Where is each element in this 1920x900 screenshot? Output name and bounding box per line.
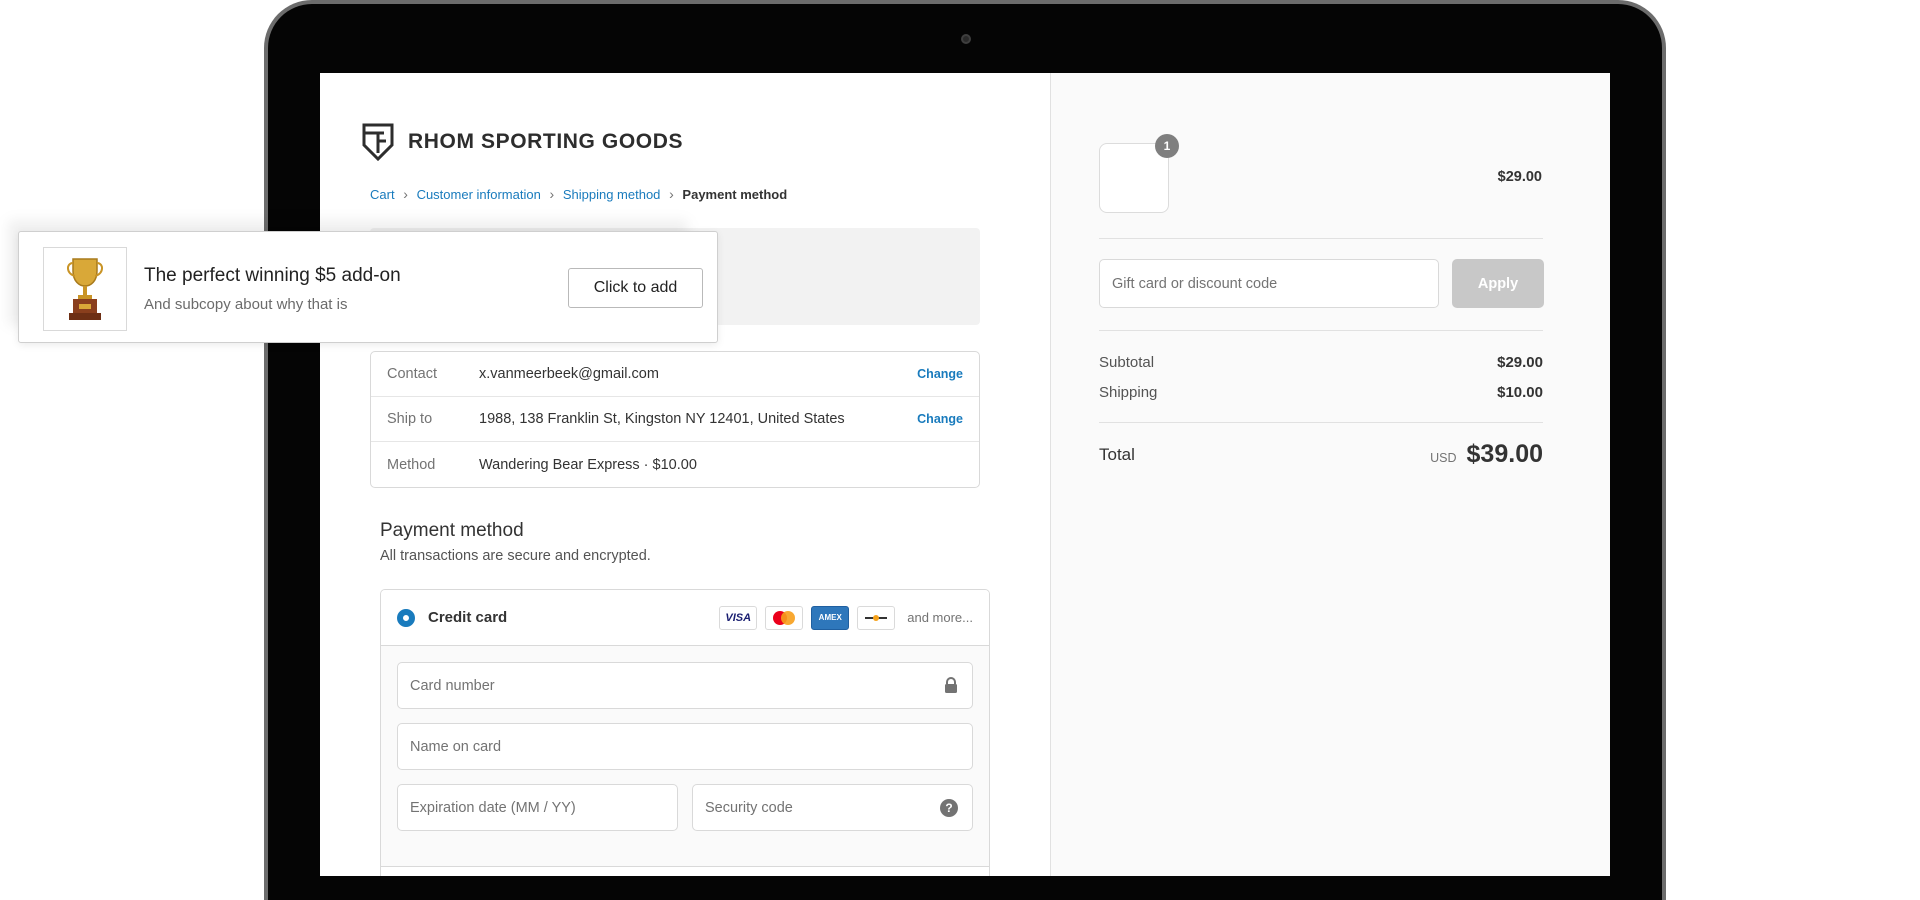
- payment-options: Credit card VISA AMEX and more... Card n…: [380, 589, 990, 876]
- change-contact-link[interactable]: Change: [917, 367, 963, 381]
- method-value: Wandering Bear Express · $10.00: [479, 456, 697, 473]
- breadcrumb-shipping-method[interactable]: Shipping method: [563, 187, 661, 202]
- security-code-placeholder: Security code: [705, 799, 793, 816]
- breadcrumb: Cart › Customer information › Shipping m…: [370, 186, 787, 202]
- review-row-contact: Contact x.vanmeerbeek@gmail.com Change: [371, 352, 979, 397]
- contact-label: Contact: [387, 366, 437, 382]
- order-summary: 1 $29.00 Gift card or discount code Appl…: [1050, 73, 1610, 876]
- card-brands: VISA AMEX and more...: [719, 605, 973, 630]
- chevron-right-icon: ›: [403, 186, 408, 202]
- total-row: Total USD $39.00: [1099, 440, 1543, 469]
- discount-code-input[interactable]: Gift card or discount code: [1099, 259, 1439, 308]
- currency-code: USD: [1430, 451, 1457, 465]
- card-number-placeholder: Card number: [410, 677, 495, 694]
- credit-card-radio[interactable]: [397, 608, 415, 627]
- change-ship-to-link[interactable]: Change: [917, 412, 963, 426]
- breadcrumb-cart[interactable]: Cart: [370, 187, 395, 202]
- total-label: Total: [1099, 444, 1135, 464]
- subtotal-row: Subtotal $29.00: [1099, 354, 1543, 371]
- add-upsell-button[interactable]: Click to add: [568, 268, 703, 308]
- method-label: Method: [387, 456, 436, 473]
- discover-icon: [857, 605, 896, 630]
- card-details-row: Expiration date (MM / YY) Security code …: [397, 784, 973, 845]
- credit-card-option[interactable]: Credit card VISA AMEX and more...: [381, 590, 989, 646]
- contact-value: x.vanmeerbeek@gmail.com: [479, 366, 659, 382]
- breadcrumb-payment-method: Payment method: [682, 186, 788, 202]
- payment-method-subtitle: All transactions are secure and encrypte…: [380, 548, 651, 564]
- shipping-label: Shipping: [1099, 384, 1158, 401]
- trophy-icon: [67, 258, 103, 320]
- ship-to-value: 1988, 138 Franklin St, Kingston NY 12401…: [479, 411, 845, 427]
- review-block: Contact x.vanmeerbeek@gmail.com Change S…: [370, 351, 980, 488]
- apply-button[interactable]: Apply: [1452, 259, 1544, 308]
- checkout-screen: RHOM SPORTING GOODS Cart › Customer info…: [320, 73, 1610, 876]
- total-amount: $39.00: [1466, 440, 1543, 468]
- camera-dot: [961, 34, 971, 44]
- discount-placeholder: Gift card or discount code: [1112, 275, 1278, 292]
- divider: [1099, 238, 1543, 239]
- expiration-date-field[interactable]: Expiration date (MM / YY): [397, 784, 678, 831]
- ship-to-label: Ship to: [387, 411, 433, 427]
- mastercard-icon: [765, 605, 804, 630]
- store-logo[interactable]: RHOM SPORTING GOODS: [362, 123, 683, 161]
- line-item-price: $29.00: [1497, 169, 1542, 185]
- name-on-card-field[interactable]: Name on card: [397, 723, 973, 770]
- more-cards-text: and more...: [907, 610, 973, 625]
- upsell-title: The perfect winning $5 add-on: [144, 265, 401, 286]
- chevron-right-icon: ›: [669, 186, 674, 202]
- shipping-value: $10.00: [1497, 384, 1543, 401]
- name-on-card-placeholder: Name on card: [410, 738, 502, 755]
- credit-card-label: Credit card: [428, 609, 508, 626]
- subtotal-value: $29.00: [1497, 354, 1543, 371]
- divider: [1099, 330, 1543, 331]
- store-name: RHOM SPORTING GOODS: [408, 130, 684, 153]
- quantity-badge: 1: [1155, 134, 1179, 158]
- help-icon[interactable]: ?: [940, 799, 958, 817]
- visa-icon: VISA: [719, 605, 758, 630]
- checkout-main: RHOM SPORTING GOODS Cart › Customer info…: [320, 73, 1050, 876]
- security-code-field[interactable]: Security code ?: [692, 784, 973, 831]
- shipping-row: Shipping $10.00: [1099, 384, 1543, 401]
- total-amount-group: USD $39.00: [1430, 440, 1543, 469]
- review-row-method: Method Wandering Bear Express · $10.00: [371, 442, 979, 487]
- review-row-ship-to: Ship to 1988, 138 Franklin St, Kingston …: [371, 397, 979, 442]
- expiration-placeholder: Expiration date (MM / YY): [410, 799, 576, 816]
- upsell-popup: The perfect winning $5 add-on And subcop…: [18, 231, 718, 343]
- upsell-product-image: [43, 247, 127, 331]
- breadcrumb-customer-information[interactable]: Customer information: [417, 187, 541, 202]
- payment-method-title: Payment method: [380, 520, 524, 541]
- chevron-right-icon: ›: [549, 186, 555, 202]
- divider: [1099, 422, 1543, 423]
- card-number-field[interactable]: Card number: [397, 662, 973, 709]
- paypal-option[interactable]: [381, 866, 989, 876]
- lock-icon: [945, 677, 957, 693]
- rhom-logo-icon: [362, 123, 394, 161]
- upsell-subtitle: And subcopy about why that is: [144, 296, 348, 313]
- amex-icon: AMEX: [811, 605, 850, 630]
- credit-card-form: Card number Name on card Expiration date…: [381, 646, 989, 876]
- subtotal-label: Subtotal: [1099, 354, 1155, 371]
